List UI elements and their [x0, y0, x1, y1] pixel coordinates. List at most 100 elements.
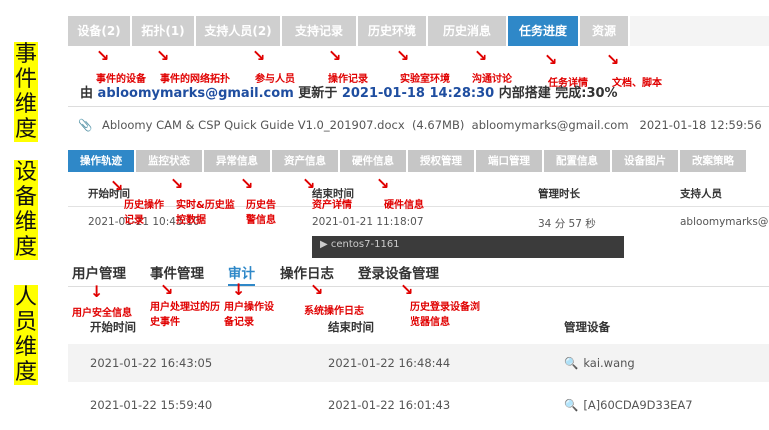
tab-assets[interactable]: 资产信息: [272, 150, 338, 172]
device-dimension-label: 设备维度: [14, 160, 38, 260]
arrow-icon: ↓: [232, 280, 246, 299]
annotation: 历史登录设备浏览器信息: [410, 302, 480, 328]
tab-login-devices[interactable]: 登录设备管理: [358, 262, 439, 282]
cell-duration: 34 分 57 秒: [538, 218, 596, 230]
meta-updated-label: 更新于: [298, 86, 338, 101]
tab-topology[interactable]: 拓扑(1): [132, 16, 196, 46]
table-row[interactable]: 2021-01-22 15:59:40 2021-01-22 16:01:43 …: [68, 386, 769, 424]
arrow-icon: ↘: [240, 174, 254, 193]
annotation: 用户安全信息: [72, 308, 132, 319]
label-char: 度: [14, 360, 37, 385]
event-meta: 由 abloomymarks@gmail.com 更新于 2021-01-18 …: [80, 82, 618, 101]
arrow-icon: ↘: [400, 280, 414, 299]
arrow-icon: ↘: [396, 46, 410, 65]
play-icon: ▶: [320, 239, 328, 250]
arrow-icon: ↘: [252, 46, 266, 65]
label-char: 设: [14, 160, 37, 185]
arrow-icon: ↘: [160, 280, 174, 299]
annotation: 文档、脚本: [612, 78, 662, 89]
meta-built: 内部搭建: [498, 86, 551, 101]
table-row[interactable]: 2021-01-22 16:43:05 2021-01-22 16:48:44 …: [68, 344, 769, 382]
terminal-preview[interactable]: ▶ centos7-1161: [312, 236, 624, 258]
tab-exceptions[interactable]: 异常信息: [204, 150, 270, 172]
attachment-time: 2021-01-18 12:59:56: [639, 118, 762, 132]
terminal-host: centos7-1161: [330, 239, 400, 250]
cell-end-time: 2021-01-21 11:18:07: [312, 216, 424, 228]
device-tab-bar: 操作轨迹 监控状态 异常信息 资产信息 硬件信息 授权管理 端口管理 配置信息 …: [68, 150, 769, 172]
person-dimension-label: 人员维度: [14, 285, 38, 385]
tab-resources[interactable]: 资源: [580, 16, 630, 46]
cell-end-time: 2021-01-22 16:01:43: [328, 398, 451, 412]
tab-authorization[interactable]: 授权管理: [408, 150, 474, 172]
meta-prefix: 由: [80, 86, 94, 101]
tab-history-messages[interactable]: 历史消息: [428, 16, 508, 46]
tab-ports[interactable]: 端口管理: [476, 150, 542, 172]
tab-task-progress[interactable]: 任务进度: [508, 16, 580, 46]
cell-managed-device[interactable]: 🔍 kai.wang: [564, 356, 635, 370]
device-name: kai.wang: [583, 356, 635, 370]
tab-history-env[interactable]: 历史环境: [358, 16, 428, 46]
label-char: 维: [14, 335, 37, 360]
tab-device-images[interactable]: 设备图片: [612, 150, 678, 172]
tab-policy[interactable]: 改案策略: [680, 150, 746, 172]
label-char: 度: [14, 117, 37, 142]
tab-config[interactable]: 配置信息: [544, 150, 610, 172]
arrow-icon: ↘: [156, 46, 170, 65]
annotation: 硬件信息: [384, 200, 424, 211]
arrow-icon: ↘: [310, 280, 324, 299]
arrow-icon: ↘: [96, 46, 110, 65]
col-duration: 管理时长: [538, 188, 580, 200]
attachment-owner: abloomymarks@gmail.com: [471, 118, 629, 132]
meta-email[interactable]: abloomymarks@gmail.com: [98, 86, 294, 101]
meta-progress: 完成:30%: [555, 86, 618, 101]
cell-start-time: 2021-01-22 16:43:05: [90, 356, 213, 370]
search-icon: 🔍: [564, 356, 579, 370]
tab-operation-track[interactable]: 操作轨迹: [68, 150, 134, 172]
arrow-icon: ↘: [474, 46, 488, 65]
event-dimension-label: 事件维度: [14, 42, 38, 142]
annotation: 实时&历史监控数据: [176, 200, 235, 226]
event-tab-bar: 设备(2) 拓扑(1) 支持人员(2) 支持记录 历史环境 历史消息 任务进度 …: [68, 16, 769, 46]
annotation: 用户处理过的历史事件: [150, 302, 220, 328]
arrow-icon: ↓: [90, 282, 104, 301]
annotation: 系统操作日志: [304, 306, 364, 317]
cell-start-time: 2021-01-22 15:59:40: [90, 398, 213, 412]
divider: [68, 106, 769, 107]
arrow-icon: ↘: [170, 174, 184, 193]
label-char: 员: [14, 310, 37, 335]
tab-hardware[interactable]: 硬件信息: [340, 150, 406, 172]
tab-monitor-status[interactable]: 监控状态: [136, 150, 202, 172]
tab-user-management[interactable]: 用户管理: [72, 262, 126, 282]
arrow-icon: ↘: [302, 174, 316, 193]
label-char: 备: [14, 185, 37, 210]
col-support-staff: 支持人员: [680, 188, 722, 200]
cell-end-time: 2021-01-22 16:48:44: [328, 356, 451, 370]
tab-devices[interactable]: 设备(2): [68, 16, 132, 46]
arrow-icon: ↘: [328, 46, 342, 65]
arrow-icon: ↘: [606, 50, 620, 69]
arrow-icon: ↘: [544, 50, 558, 69]
arrow-icon: ↘: [376, 174, 390, 193]
tab-event-management[interactable]: 事件管理: [150, 262, 204, 282]
attachment-filename[interactable]: Abloomy CAM & CSP Quick Guide V1.0_20190…: [102, 118, 405, 132]
label-char: 件: [14, 67, 37, 92]
annotation: 历史告警信息: [246, 200, 276, 226]
tab-support-staff[interactable]: 支持人员(2): [196, 16, 282, 46]
annotation: 历史操作记录: [124, 200, 164, 226]
paperclip-icon: 📎: [78, 118, 93, 132]
annotation: 用户操作设备记录: [224, 302, 274, 328]
col-managed-device: 管理设备: [564, 320, 610, 334]
arrow-icon: ↘: [110, 176, 124, 195]
tab-support-records[interactable]: 支持记录: [282, 16, 358, 46]
annotation: 资产详情: [312, 200, 352, 211]
col-end-time: 结束时间: [328, 320, 374, 334]
attachment-row[interactable]: 📎 Abloomy CAM & CSP Quick Guide V1.0_201…: [78, 118, 762, 132]
cell-managed-device[interactable]: 🔍 [A]60CDA9D33EA7: [564, 398, 693, 412]
meta-datetime: 2021-01-18 14:28:30: [341, 86, 495, 101]
tab-operation-log[interactable]: 操作日志: [280, 262, 334, 282]
col-start-time: 开始时间: [90, 320, 136, 334]
label-char: 维: [14, 210, 37, 235]
label-char: 度: [14, 235, 37, 260]
attachment-size: (4.67MB): [411, 118, 465, 132]
label-char: 事: [14, 42, 37, 67]
